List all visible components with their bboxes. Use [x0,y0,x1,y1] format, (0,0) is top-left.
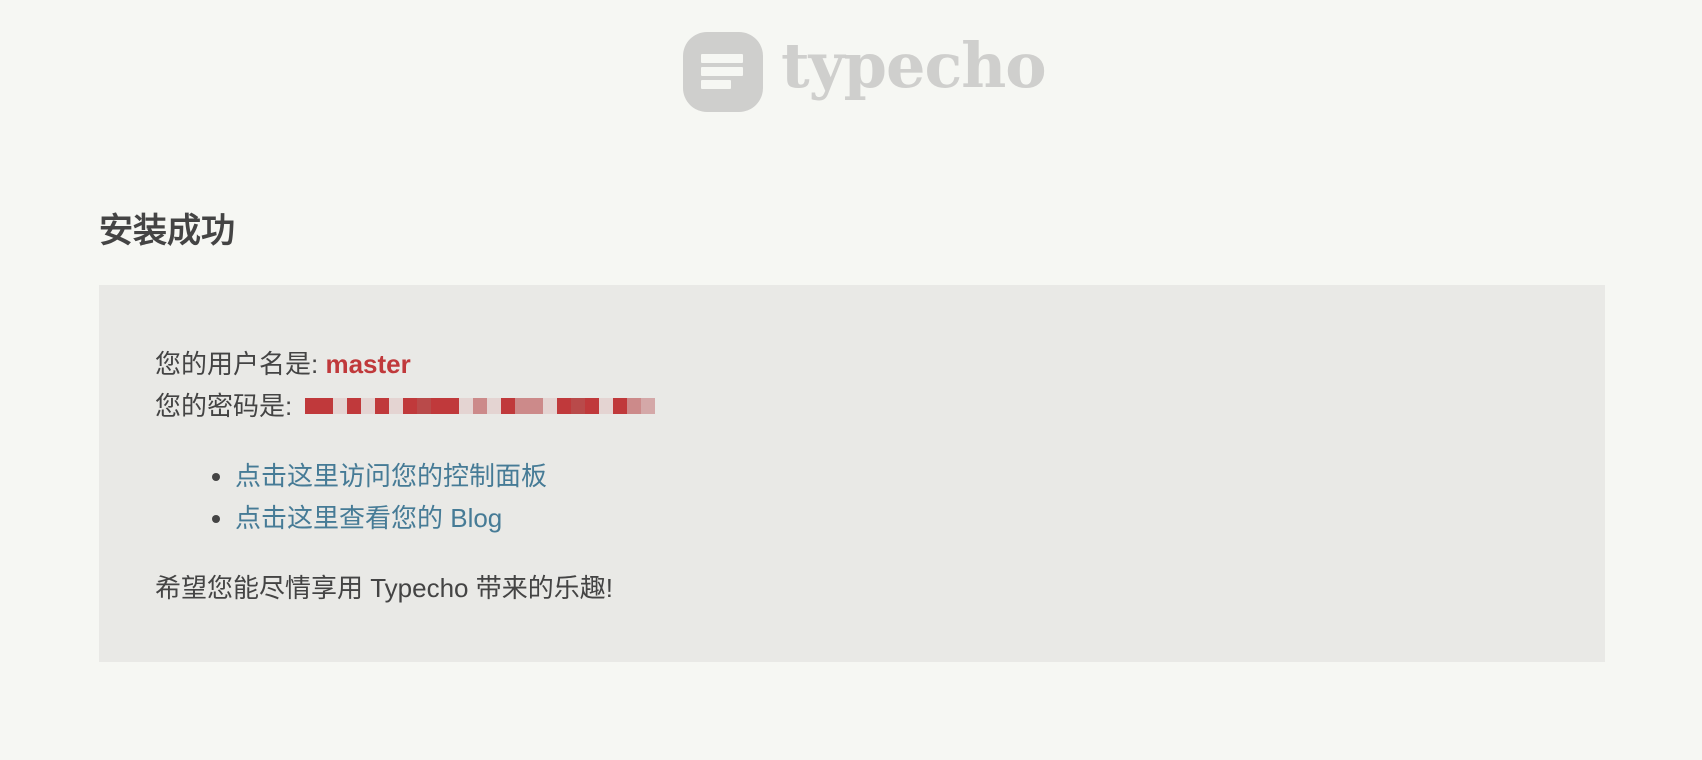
logo-text: typecho [781,29,1047,102]
password-label: 您的密码是: [155,391,300,421]
password-line: 您的密码是: [155,385,1605,427]
username-line: 您的用户名是: master [155,343,1605,385]
redaction-block [361,398,376,415]
redaction-block [473,398,488,415]
redaction-block [445,398,460,415]
redaction-block [613,398,628,415]
install-success-page: typecho 安装成功 您的用户名是: master 您的密码是: 点击这里访… [0,0,1702,760]
typecho-logo[interactable]: typecho [683,29,1047,112]
redaction-block [557,398,572,415]
redaction-block [501,398,516,415]
redaction-block [571,398,586,415]
redaction-block [599,398,614,415]
username-value: master [325,349,411,379]
redaction-block [389,398,404,415]
redaction-block [459,398,474,415]
redaction-block [305,398,320,415]
redaction-block [403,398,418,415]
redaction-block [529,398,544,415]
redaction-block [641,398,656,415]
redaction-block [585,398,600,415]
view-blog-link[interactable]: 点击这里查看您的 Blog [235,503,502,533]
redaction-block [515,398,530,415]
redaction-block [487,398,502,415]
redaction-block [543,398,558,415]
admin-panel-link[interactable]: 点击这里访问您的控制面板 [235,461,547,491]
page-title: 安装成功 [99,212,235,250]
install-result-box: 您的用户名是: master 您的密码是: 点击这里访问您的控制面板 点击这里查… [99,285,1605,662]
redaction-block [417,398,432,415]
redaction-block [375,398,390,415]
typecho-logo-icon [683,32,763,112]
redaction-block [319,398,334,415]
redaction-block [347,398,362,415]
password-redacted [305,398,656,415]
username-label: 您的用户名是: [155,349,326,379]
closing-text: 希望您能尽情享用 Typecho 带来的乐趣! [155,573,613,603]
redaction-block [333,398,348,415]
redaction-block [431,398,446,415]
list-item: 点击这里查看您的 Blog [235,497,1605,539]
list-item: 点击这里访问您的控制面板 [235,455,1605,497]
action-links: 点击这里访问您的控制面板 点击这里查看您的 Blog [155,455,1605,539]
redaction-block [627,398,642,415]
